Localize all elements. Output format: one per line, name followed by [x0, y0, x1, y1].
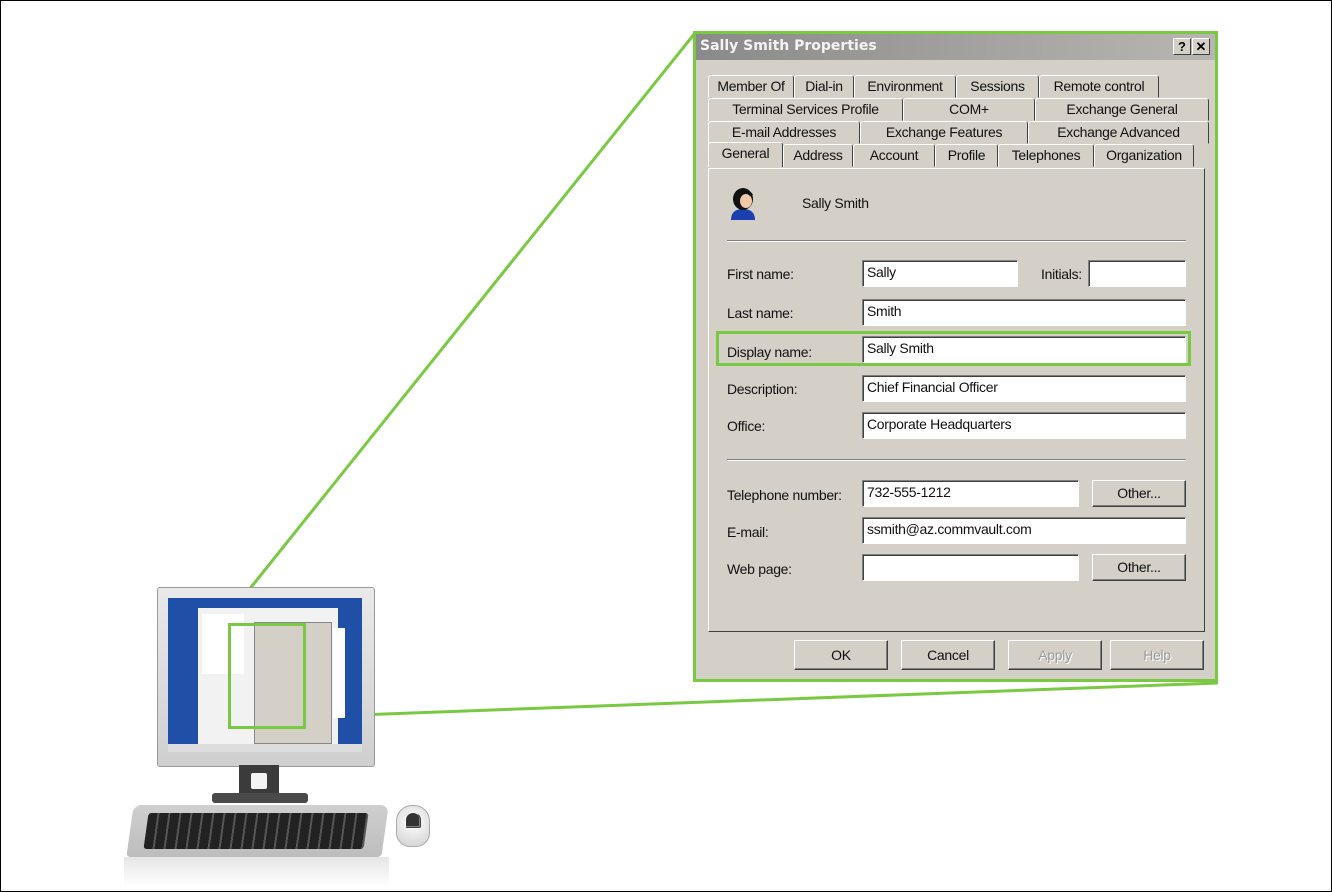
tab-address[interactable]: Address: [783, 144, 853, 167]
initials-label: Initials:: [1041, 266, 1082, 282]
telephone-other-button[interactable]: Other...: [1092, 480, 1186, 507]
close-icon[interactable]: ✕: [1192, 38, 1210, 55]
tab-remote-control[interactable]: Remote control: [1039, 75, 1159, 98]
display-name-field[interactable]: Sally Smith: [862, 336, 1186, 363]
tab-com-plus[interactable]: COM+: [903, 98, 1035, 121]
tab-account[interactable]: Account: [853, 144, 935, 167]
tab-exchange-features[interactable]: Exchange Features: [860, 121, 1028, 144]
display-name-label: Display name:: [727, 344, 812, 360]
telephone-field[interactable]: 732-555-1212: [862, 480, 1079, 507]
user-icon: [731, 188, 755, 220]
zoom-source-box: [228, 623, 306, 729]
last-name-field[interactable]: Smith: [862, 299, 1186, 326]
apply-button[interactable]: Apply: [1008, 640, 1102, 670]
web-page-field[interactable]: [862, 554, 1079, 581]
tab-organization[interactable]: Organization: [1094, 144, 1194, 167]
keyboard-icon: [126, 805, 389, 857]
tab-row-2: Terminal Services Profile COM+ Exchange …: [708, 98, 1209, 121]
tab-telephones[interactable]: Telephones: [998, 144, 1094, 167]
taskbar-thumbnail: [168, 744, 362, 752]
tab-row-4: General Address Account Profile Telephon…: [708, 142, 1194, 167]
monitor-icon: [157, 587, 375, 767]
list-pane-thumbnail: [333, 628, 345, 718]
title-bar[interactable]: Sally Smith Properties ? ✕: [696, 34, 1215, 60]
properties-dialog: Sally Smith Properties ? ✕ Member Of Dia…: [693, 31, 1218, 682]
tab-exchange-advanced[interactable]: Exchange Advanced: [1028, 121, 1209, 144]
keyboard-shadow: [124, 857, 389, 887]
first-name-field[interactable]: Sally: [862, 260, 1018, 287]
telephone-label: Telephone number:: [727, 487, 842, 503]
tab-terminal-services-profile[interactable]: Terminal Services Profile: [708, 98, 903, 121]
description-field[interactable]: Chief Financial Officer: [862, 375, 1186, 402]
mouse-icon: [396, 805, 430, 847]
help-button[interactable]: Help: [1110, 640, 1204, 670]
email-label: E-mail:: [727, 524, 769, 540]
desktop-screen: [168, 598, 362, 752]
dialog-title: Sally Smith Properties: [700, 38, 877, 54]
cancel-button[interactable]: Cancel: [901, 640, 995, 670]
email-field[interactable]: ssmith@az.commvault.com: [862, 517, 1186, 544]
tab-member-of[interactable]: Member Of: [708, 75, 794, 98]
separator-top: [727, 240, 1186, 242]
help-title-button[interactable]: ?: [1173, 38, 1191, 55]
tab-row-3: E-mail Addresses Exchange Features Excha…: [708, 121, 1209, 144]
tab-row-1: Member Of Dial-in Environment Sessions R…: [708, 75, 1159, 98]
first-name-label: First name:: [727, 266, 794, 282]
tab-dial-in[interactable]: Dial-in: [794, 75, 854, 98]
tab-profile[interactable]: Profile: [935, 144, 998, 167]
tab-sessions[interactable]: Sessions: [956, 75, 1039, 98]
web-page-label: Web page:: [727, 561, 792, 577]
office-label: Office:: [727, 418, 766, 434]
tab-general[interactable]: General: [708, 142, 783, 167]
web-page-other-button[interactable]: Other...: [1092, 554, 1186, 581]
tab-environment[interactable]: Environment: [854, 75, 956, 98]
description-label: Description:: [727, 381, 798, 397]
office-field[interactable]: Corporate Headquarters: [862, 412, 1186, 439]
initials-field[interactable]: [1088, 260, 1186, 287]
tab-exchange-general[interactable]: Exchange General: [1035, 98, 1209, 121]
last-name-label: Last name:: [727, 305, 794, 321]
user-display-name: Sally Smith: [802, 195, 869, 211]
monitor-base: [212, 793, 308, 803]
separator-bottom: [727, 459, 1186, 461]
ok-button[interactable]: OK: [794, 640, 888, 670]
tab-email-addresses[interactable]: E-mail Addresses: [708, 121, 860, 144]
